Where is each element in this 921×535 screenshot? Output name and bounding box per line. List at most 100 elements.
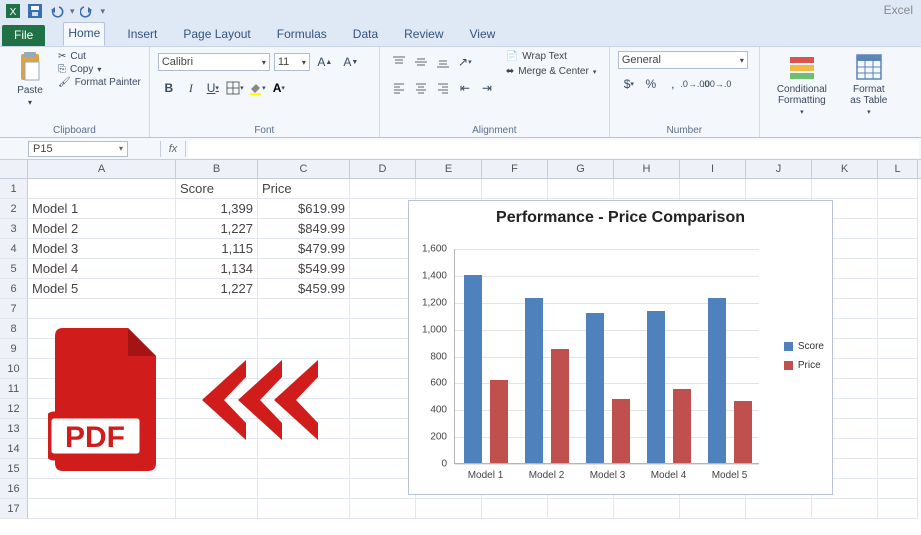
decrease-decimal-button[interactable]: .00→.0 — [706, 73, 728, 95]
number-format-select[interactable]: General ▾ — [618, 51, 748, 69]
cell[interactable]: 1,115 — [176, 239, 258, 259]
cell[interactable] — [878, 219, 918, 239]
cell[interactable] — [350, 259, 416, 279]
cell[interactable] — [878, 279, 918, 299]
row-header[interactable]: 13 — [0, 419, 28, 439]
font-color-button[interactable]: A▾ — [268, 77, 290, 99]
cell[interactable]: 1,227 — [176, 219, 258, 239]
orientation-button[interactable]: ↗▾ — [454, 51, 476, 73]
row-header[interactable]: 6 — [0, 279, 28, 299]
row-header[interactable]: 2 — [0, 199, 28, 219]
column-header[interactable]: J — [746, 160, 812, 178]
row-header[interactable]: 15 — [0, 459, 28, 479]
cell[interactable]: 1,227 — [176, 279, 258, 299]
cell[interactable] — [548, 499, 614, 519]
fx-icon[interactable]: fx — [160, 141, 186, 157]
row-header[interactable]: 7 — [0, 299, 28, 319]
cell[interactable]: Score — [176, 179, 258, 199]
font-family-select[interactable]: Calibri ▾ — [158, 53, 270, 71]
merge-center-button[interactable]: ⬌ Merge & Center ▾ — [506, 66, 597, 77]
row-header[interactable]: 11 — [0, 379, 28, 399]
cell[interactable] — [878, 319, 918, 339]
cell[interactable] — [28, 479, 176, 499]
font-size-select[interactable]: 11 ▾ — [274, 53, 310, 71]
tab-formulas[interactable]: Formulas — [273, 24, 331, 46]
cell[interactable] — [878, 459, 918, 479]
cell[interactable]: $849.99 — [258, 219, 350, 239]
increase-indent-button[interactable]: ⇥ — [476, 77, 498, 99]
decrease-indent-button[interactable]: ⇤ — [454, 77, 476, 99]
cell[interactable] — [878, 399, 918, 419]
bold-button[interactable]: B — [158, 77, 180, 99]
currency-button[interactable]: $▾ — [618, 73, 640, 95]
cell[interactable] — [878, 239, 918, 259]
paste-button[interactable]: Paste ▾ — [8, 51, 52, 107]
row-header[interactable]: 10 — [0, 359, 28, 379]
row-header[interactable]: 12 — [0, 399, 28, 419]
redo-icon[interactable] — [79, 2, 97, 20]
embedded-chart[interactable]: Performance - Price Comparison 020040060… — [408, 200, 833, 495]
cell[interactable] — [28, 499, 176, 519]
cell[interactable] — [350, 459, 416, 479]
cell[interactable] — [812, 499, 878, 519]
row-header[interactable]: 5 — [0, 259, 28, 279]
tab-review[interactable]: Review — [400, 24, 447, 46]
cell[interactable] — [350, 199, 416, 219]
cell[interactable] — [482, 179, 548, 199]
undo-icon[interactable] — [48, 2, 66, 20]
tab-file[interactable]: File — [2, 25, 45, 46]
save-icon[interactable] — [26, 2, 44, 20]
column-header[interactable]: F — [482, 160, 548, 178]
cell[interactable] — [28, 179, 176, 199]
column-header[interactable]: E — [416, 160, 482, 178]
borders-button[interactable]: ▾ — [224, 77, 246, 99]
cell[interactable] — [350, 419, 416, 439]
align-bottom-button[interactable] — [432, 51, 454, 73]
cell[interactable]: Price — [258, 179, 350, 199]
cell[interactable] — [28, 299, 176, 319]
row-header[interactable]: 14 — [0, 439, 28, 459]
format-as-table-button[interactable]: Format as Table ▾ — [842, 51, 896, 116]
name-box[interactable]: P15 ▾ — [28, 141, 128, 157]
tab-page-layout[interactable]: Page Layout — [179, 24, 254, 46]
cell[interactable] — [878, 299, 918, 319]
cell[interactable]: $479.99 — [258, 239, 350, 259]
cell[interactable]: 1,134 — [176, 259, 258, 279]
underline-button[interactable]: U▾ — [202, 77, 224, 99]
fill-color-button[interactable]: ▾ — [246, 77, 268, 99]
cell[interactable] — [350, 239, 416, 259]
column-header[interactable]: B — [176, 160, 258, 178]
column-header[interactable]: L — [878, 160, 918, 178]
column-header[interactable]: H — [614, 160, 680, 178]
copy-button[interactable]: ⎘ Copy ▾ — [58, 64, 141, 75]
cell[interactable] — [350, 279, 416, 299]
column-header[interactable]: C — [258, 160, 350, 178]
row-header[interactable]: 16 — [0, 479, 28, 499]
row-header[interactable]: 8 — [0, 319, 28, 339]
row-header[interactable]: 1 — [0, 179, 28, 199]
conditional-formatting-button[interactable]: Conditional Formatting ▾ — [768, 51, 836, 116]
cell[interactable]: Model 4 — [28, 259, 176, 279]
cell[interactable]: 1,399 — [176, 199, 258, 219]
cell[interactable] — [614, 499, 680, 519]
cell[interactable] — [350, 339, 416, 359]
cell[interactable] — [350, 399, 416, 419]
percent-button[interactable]: % — [640, 73, 662, 95]
row-header[interactable]: 4 — [0, 239, 28, 259]
cell[interactable] — [878, 339, 918, 359]
select-all-corner[interactable] — [0, 160, 28, 178]
cell[interactable] — [350, 499, 416, 519]
cell[interactable]: $619.99 — [258, 199, 350, 219]
cell[interactable] — [350, 219, 416, 239]
align-right-button[interactable] — [432, 77, 454, 99]
cell[interactable] — [878, 199, 918, 219]
cell[interactable] — [746, 179, 812, 199]
cell[interactable] — [176, 499, 258, 519]
cell[interactable] — [878, 439, 918, 459]
tab-data[interactable]: Data — [349, 24, 382, 46]
tab-view[interactable]: View — [466, 24, 500, 46]
cell[interactable]: Model 2 — [28, 219, 176, 239]
cell[interactable] — [680, 499, 746, 519]
cell[interactable] — [878, 359, 918, 379]
cell[interactable] — [176, 299, 258, 319]
